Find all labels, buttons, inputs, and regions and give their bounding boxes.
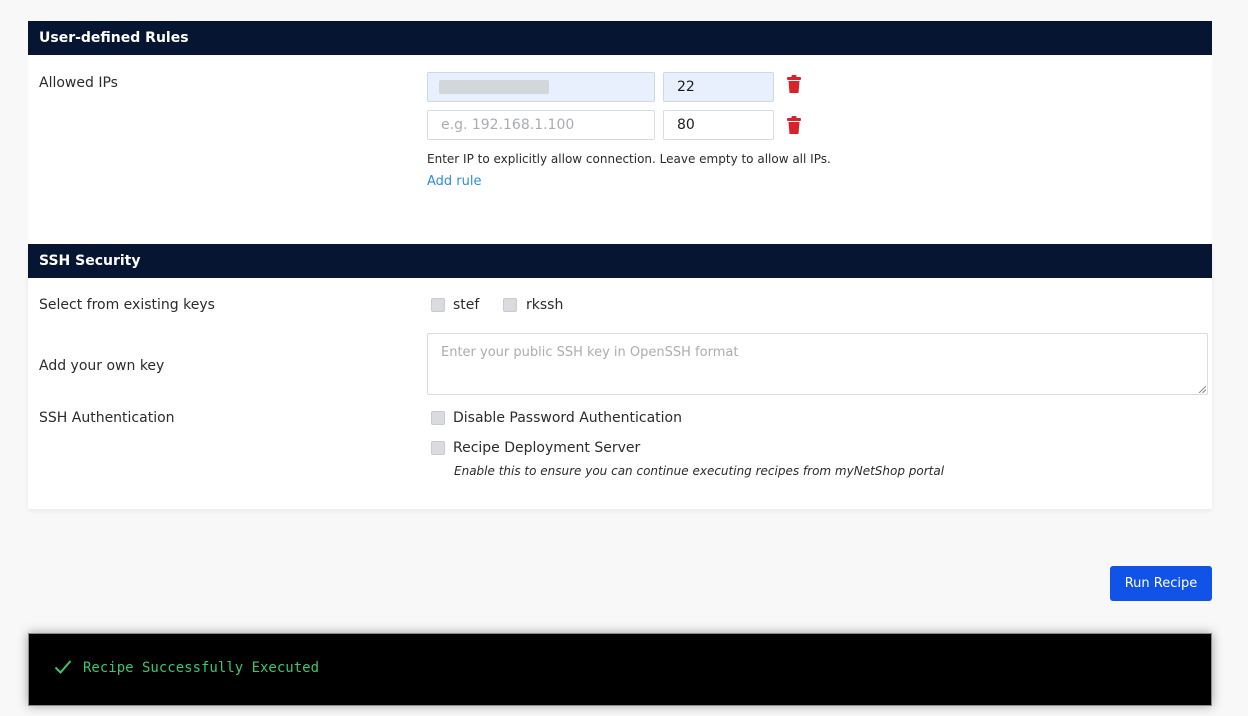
trash-icon[interactable] bbox=[787, 116, 801, 134]
key-label-stef: stef bbox=[453, 297, 480, 313]
terminal-output: Recipe Successfully Executed bbox=[28, 633, 1212, 706]
port-input-2[interactable]: 80 bbox=[663, 110, 774, 140]
ssh-key-placeholder: Enter your public SSH key in OpenSSH for… bbox=[441, 345, 739, 360]
run-recipe-button[interactable]: Run Recipe bbox=[1110, 566, 1212, 601]
disable-password-checkbox[interactable] bbox=[431, 411, 445, 425]
key-label-rkssh: rkssh bbox=[526, 297, 564, 313]
allowed-ips-label: Allowed IPs bbox=[39, 75, 118, 91]
key-checkbox-stef[interactable] bbox=[431, 298, 445, 312]
add-rule-link[interactable]: Add rule bbox=[427, 174, 482, 189]
user-defined-rules-card: User-defined Rules Allowed IPs 22 e.g. 1… bbox=[28, 21, 1212, 244]
ssh-auth-label: SSH Authentication bbox=[39, 410, 175, 426]
existing-keys-label: Select from existing keys bbox=[39, 297, 215, 313]
redacted-ip-value bbox=[439, 80, 549, 94]
resize-handle-icon[interactable] bbox=[1198, 385, 1206, 393]
recipe-server-label: Recipe Deployment Server bbox=[453, 440, 641, 456]
disable-password-label: Disable Password Authentication bbox=[453, 410, 682, 426]
ip-input-1[interactable] bbox=[427, 72, 655, 102]
ssh-key-textarea[interactable]: Enter your public SSH key in OpenSSH for… bbox=[427, 333, 1208, 395]
key-checkbox-rkssh[interactable] bbox=[503, 298, 517, 312]
allowed-ips-help-text: Enter IP to explicitly allow connection.… bbox=[427, 152, 831, 166]
ssh-section-title: SSH Security bbox=[28, 244, 1212, 278]
ip-input-2[interactable]: e.g. 192.168.1.100 bbox=[427, 110, 655, 140]
rules-section-title: User-defined Rules bbox=[28, 21, 1212, 55]
recipe-server-note: Enable this to ensure you can continue e… bbox=[454, 464, 945, 478]
ip-placeholder: e.g. 192.168.1.100 bbox=[441, 117, 575, 133]
success-message: Recipe Successfully Executed bbox=[83, 660, 320, 676]
port-input-1[interactable]: 22 bbox=[663, 72, 774, 102]
recipe-server-checkbox[interactable] bbox=[431, 441, 445, 455]
own-key-label: Add your own key bbox=[39, 358, 165, 374]
trash-icon[interactable] bbox=[787, 75, 801, 93]
check-icon bbox=[54, 660, 72, 674]
ssh-security-card: SSH Security Select from existing keys s… bbox=[28, 244, 1212, 509]
